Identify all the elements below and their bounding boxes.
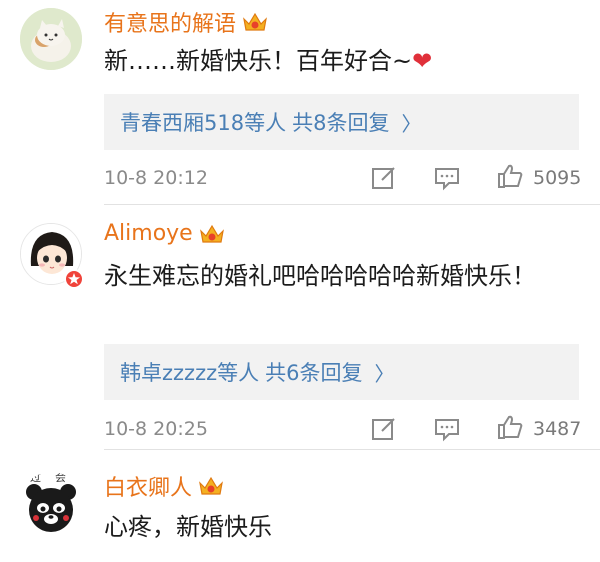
timestamp: 10-8 20:12	[104, 167, 208, 189]
replies-users[interactable]: 青春西厢518等人	[120, 107, 286, 137]
timestamp: 10-8 20:25	[104, 418, 208, 440]
username[interactable]: 有意思的解语	[104, 6, 268, 38]
replies-users[interactable]: 韩卓zzzzz等人	[120, 357, 259, 387]
username[interactable]: 白衣卿人	[104, 470, 224, 502]
cat-avatar-icon	[20, 8, 82, 70]
comment-1: 有意思的解语 新……新婚快乐！百年好合~❤ 青春西厢518等人 共8条回复 〉 …	[0, 0, 600, 205]
comment-text: 新……新婚快乐！百年好合~❤	[104, 42, 564, 80]
username-text[interactable]: Alimoye	[104, 221, 193, 246]
like-count: 3487	[533, 418, 582, 440]
comment-icon[interactable]	[433, 165, 461, 191]
vip-crown-icon	[199, 476, 223, 495]
username[interactable]: Alimoye	[104, 221, 225, 246]
chevron-right-icon[interactable]: 〉	[375, 358, 395, 387]
username-text[interactable]: 有意思的解语	[104, 6, 236, 38]
vip-crown-icon	[199, 224, 224, 243]
comment-3: 过会 白衣卿人 心疼，新婚快乐	[0, 450, 600, 562]
heart-icon: ❤	[412, 47, 433, 75]
replies-link[interactable]: 韩卓zzzzz等人 共6条回复 〉	[104, 344, 579, 400]
comment-text: 心疼，新婚快乐	[104, 513, 272, 541]
comment-text: 永生难忘的婚礼吧哈哈哈哈哈新婚快乐！	[104, 262, 536, 290]
replies-count[interactable]: 共6条回复	[265, 357, 362, 387]
edit-icon[interactable]	[370, 416, 398, 442]
avatar[interactable]: 过会	[20, 472, 82, 534]
comment-2: Alimoye 永生难忘的婚礼吧哈哈哈哈哈新婚快乐！ 韩卓zzzzz等人 共6条…	[0, 205, 600, 450]
comment-icon[interactable]	[433, 416, 461, 442]
edit-icon[interactable]	[370, 165, 398, 191]
verified-badge-icon	[64, 269, 84, 289]
vip-crown-icon	[243, 12, 267, 31]
username-text[interactable]: 白衣卿人	[104, 470, 192, 502]
replies-link[interactable]: 青春西厢518等人 共8条回复 〉	[104, 94, 579, 150]
like-count: 5095	[533, 167, 582, 189]
chevron-right-icon[interactable]: 〉	[401, 108, 421, 137]
avatar-caption: 过会	[30, 472, 80, 484]
replies-count[interactable]: 共8条回复	[292, 107, 389, 137]
avatar[interactable]	[20, 8, 82, 70]
thumbs-up-icon[interactable]	[496, 414, 524, 440]
comment-text-content: 新……新婚快乐！百年好合~	[104, 47, 413, 75]
thumbs-up-icon[interactable]	[496, 163, 524, 189]
